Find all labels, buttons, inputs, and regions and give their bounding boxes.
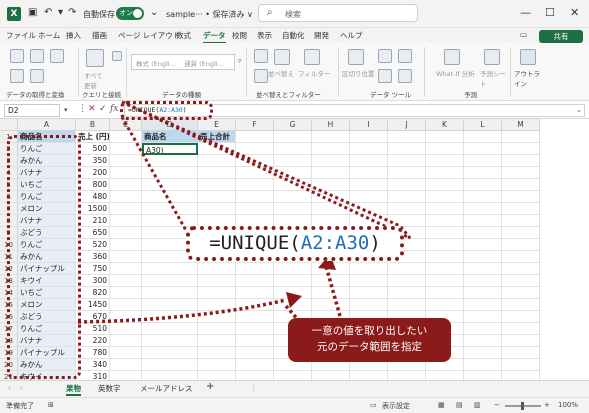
prev-sheet-icon[interactable]: ‹ [8,383,11,392]
zoom-out-icon[interactable]: − [494,401,500,409]
display-settings-label[interactable]: 表示設定 [382,401,410,411]
sheet-tab-email[interactable]: メールアドレス [140,383,193,394]
sheet-tab-alnum[interactable]: 英数字 [98,383,121,394]
zoomed-formula-range: A2:A30 [300,232,370,254]
status-bar: 準備完了 ⊞ ▭ 表示設定 ▦ ▤ ▥ − + 100% [0,397,589,413]
accessibility-icon[interactable]: ⊞ [48,401,54,409]
zoom-level[interactable]: 100% [558,401,578,409]
range-arrow-head [286,292,302,308]
callout-line-1: 一意の値を取り出したい [311,325,428,337]
normal-view-icon[interactable]: ▦ [438,401,445,409]
add-sheet-button[interactable]: + [206,381,214,392]
zoom-slider-thumb[interactable] [521,402,524,410]
next-sheet-icon[interactable]: › [20,383,23,392]
status-ready: 準備完了 [6,402,34,410]
tab-options-icon[interactable]: ⋮ [250,383,258,392]
callout-box: 一意の値を取り出したい 元のデータ範囲を指定 [288,318,451,362]
formula-zoom-guide [121,100,412,240]
sheet-tab-bar: ‹ › 果物 英数字 メールアドレス + ⋮ [0,380,589,397]
zoomed-formula-prefix: =UNIQUE( [209,232,301,254]
page-layout-view-icon[interactable]: ▤ [456,401,463,409]
range-highlight-box [7,135,81,379]
display-settings-icon[interactable]: ▭ [370,401,377,409]
page-break-view-icon[interactable]: ▥ [474,401,481,409]
range-arrow-line [77,298,287,324]
callout-line-2: 元のデータ範囲を指定 [317,341,422,353]
formula-zoom-guide [120,116,190,235]
zoom-in-icon[interactable]: + [544,401,550,409]
zoomed-formula: =UNIQUE(A2:A30) [186,226,404,261]
formula-arrow-line [324,265,342,317]
sheet-tab-fruits[interactable]: 果物 [66,383,81,396]
formula-highlight-box [120,101,213,120]
zoomed-formula-suffix: ) [369,232,381,254]
